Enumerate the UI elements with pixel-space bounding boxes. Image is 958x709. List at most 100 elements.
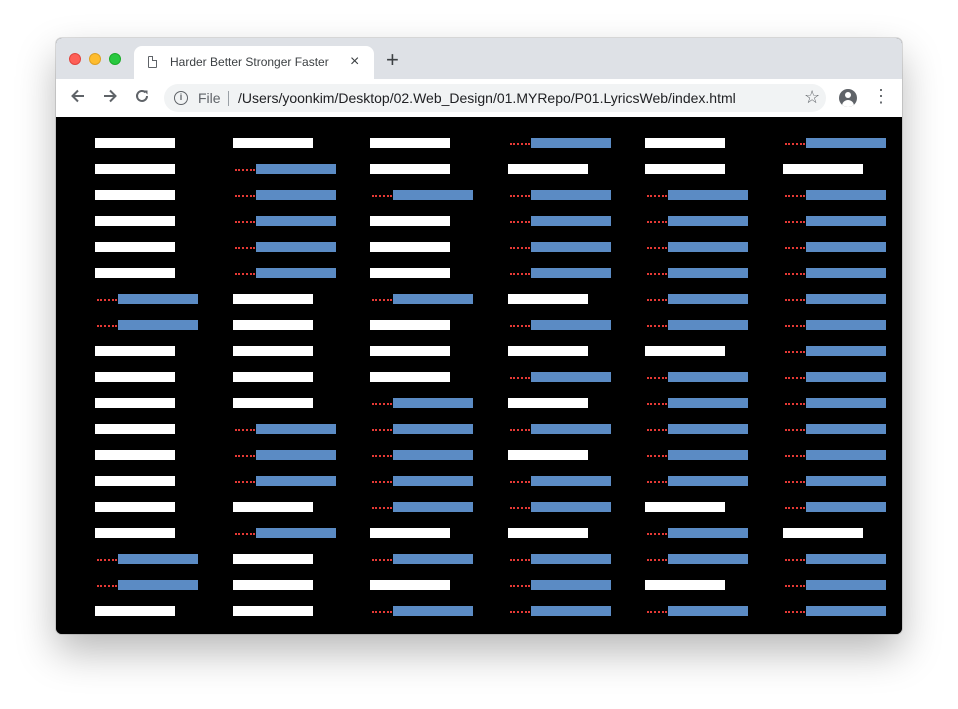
grid-cell[interactable] xyxy=(233,372,337,382)
grid-cell[interactable] xyxy=(95,320,199,330)
grid-cell[interactable] xyxy=(233,294,337,304)
grid-cell[interactable] xyxy=(783,190,887,200)
grid-cell[interactable] xyxy=(508,528,612,538)
grid-cell[interactable] xyxy=(508,606,612,616)
reload-icon[interactable] xyxy=(133,87,151,109)
grid-cell[interactable] xyxy=(233,346,337,356)
grid-cell[interactable] xyxy=(233,502,337,512)
grid-cell[interactable] xyxy=(508,294,612,304)
grid-cell[interactable] xyxy=(783,346,887,356)
grid-cell[interactable] xyxy=(233,606,337,616)
grid-cell[interactable] xyxy=(370,476,474,486)
grid-cell[interactable] xyxy=(508,346,612,356)
grid-cell[interactable] xyxy=(370,164,474,174)
grid-cell[interactable] xyxy=(508,216,612,226)
grid-cell[interactable] xyxy=(645,320,749,330)
grid-cell[interactable] xyxy=(370,554,474,564)
grid-cell[interactable] xyxy=(783,268,887,278)
grid-cell[interactable] xyxy=(508,580,612,590)
grid-cell[interactable] xyxy=(783,476,887,486)
grid-cell[interactable] xyxy=(645,450,749,460)
grid-cell[interactable] xyxy=(783,138,887,148)
grid-cell[interactable] xyxy=(645,190,749,200)
grid-cell[interactable] xyxy=(95,372,199,382)
grid-cell[interactable] xyxy=(645,268,749,278)
grid-cell[interactable] xyxy=(233,424,337,434)
grid-cell[interactable] xyxy=(783,450,887,460)
grid-cell[interactable] xyxy=(645,216,749,226)
grid-cell[interactable] xyxy=(508,242,612,252)
grid-cell[interactable] xyxy=(95,424,199,434)
address-bar[interactable]: i File /Users/yoonkim/Desktop/02.Web_Des… xyxy=(164,84,826,112)
grid-cell[interactable] xyxy=(233,554,337,564)
grid-cell[interactable] xyxy=(370,502,474,512)
grid-cell[interactable] xyxy=(233,450,337,460)
grid-cell[interactable] xyxy=(508,554,612,564)
grid-cell[interactable] xyxy=(370,398,474,408)
grid-cell[interactable] xyxy=(233,138,337,148)
forward-arrow-icon[interactable] xyxy=(101,87,119,109)
grid-cell[interactable] xyxy=(645,476,749,486)
grid-cell[interactable] xyxy=(370,372,474,382)
grid-cell[interactable] xyxy=(370,242,474,252)
grid-cell[interactable] xyxy=(233,216,337,226)
grid-cell[interactable] xyxy=(508,502,612,512)
grid-cell[interactable] xyxy=(95,398,199,408)
grid-cell[interactable] xyxy=(370,580,474,590)
grid-cell[interactable] xyxy=(783,216,887,226)
grid-cell[interactable] xyxy=(233,164,337,174)
info-icon[interactable]: i xyxy=(174,91,188,105)
grid-cell[interactable] xyxy=(95,528,199,538)
grid-cell[interactable] xyxy=(783,580,887,590)
grid-cell[interactable] xyxy=(645,346,749,356)
grid-cell[interactable] xyxy=(645,502,749,512)
grid-cell[interactable] xyxy=(783,242,887,252)
grid-cell[interactable] xyxy=(783,320,887,330)
grid-cell[interactable] xyxy=(645,242,749,252)
new-tab-button[interactable]: + xyxy=(386,49,399,71)
grid-cell[interactable] xyxy=(645,424,749,434)
more-vert-icon[interactable]: ⋮ xyxy=(872,86,890,106)
grid-cell[interactable] xyxy=(645,580,749,590)
back-arrow-icon[interactable] xyxy=(69,87,87,109)
grid-cell[interactable] xyxy=(95,476,199,486)
grid-cell[interactable] xyxy=(645,294,749,304)
browser-tab[interactable]: Harder Better Stronger Faster × xyxy=(134,46,374,79)
grid-cell[interactable] xyxy=(508,138,612,148)
grid-cell[interactable] xyxy=(95,164,199,174)
grid-cell[interactable] xyxy=(508,320,612,330)
grid-cell[interactable] xyxy=(645,138,749,148)
grid-cell[interactable] xyxy=(783,424,887,434)
grid-cell[interactable] xyxy=(783,398,887,408)
grid-cell[interactable] xyxy=(508,372,612,382)
grid-cell[interactable] xyxy=(370,320,474,330)
grid-cell[interactable] xyxy=(95,580,199,590)
grid-cell[interactable] xyxy=(508,268,612,278)
grid-cell[interactable] xyxy=(370,528,474,538)
grid-cell[interactable] xyxy=(370,450,474,460)
grid-cell[interactable] xyxy=(783,528,887,538)
close-window-button[interactable] xyxy=(69,53,81,65)
grid-cell[interactable] xyxy=(233,320,337,330)
minimize-window-button[interactable] xyxy=(89,53,101,65)
tab-close-icon[interactable]: × xyxy=(350,53,359,71)
grid-cell[interactable] xyxy=(508,424,612,434)
grid-cell[interactable] xyxy=(233,190,337,200)
grid-cell[interactable] xyxy=(645,164,749,174)
grid-cell[interactable] xyxy=(370,346,474,356)
grid-cell[interactable] xyxy=(645,528,749,538)
grid-cell[interactable] xyxy=(508,476,612,486)
grid-cell[interactable] xyxy=(370,294,474,304)
grid-cell[interactable] xyxy=(508,190,612,200)
grid-cell[interactable] xyxy=(783,372,887,382)
grid-cell[interactable] xyxy=(508,398,612,408)
grid-cell[interactable] xyxy=(233,528,337,538)
grid-cell[interactable] xyxy=(95,450,199,460)
grid-cell[interactable] xyxy=(233,398,337,408)
grid-cell[interactable] xyxy=(645,398,749,408)
account-icon[interactable] xyxy=(839,89,857,107)
grid-cell[interactable] xyxy=(783,502,887,512)
grid-cell[interactable] xyxy=(370,268,474,278)
grid-cell[interactable] xyxy=(95,554,199,564)
grid-cell[interactable] xyxy=(233,268,337,278)
